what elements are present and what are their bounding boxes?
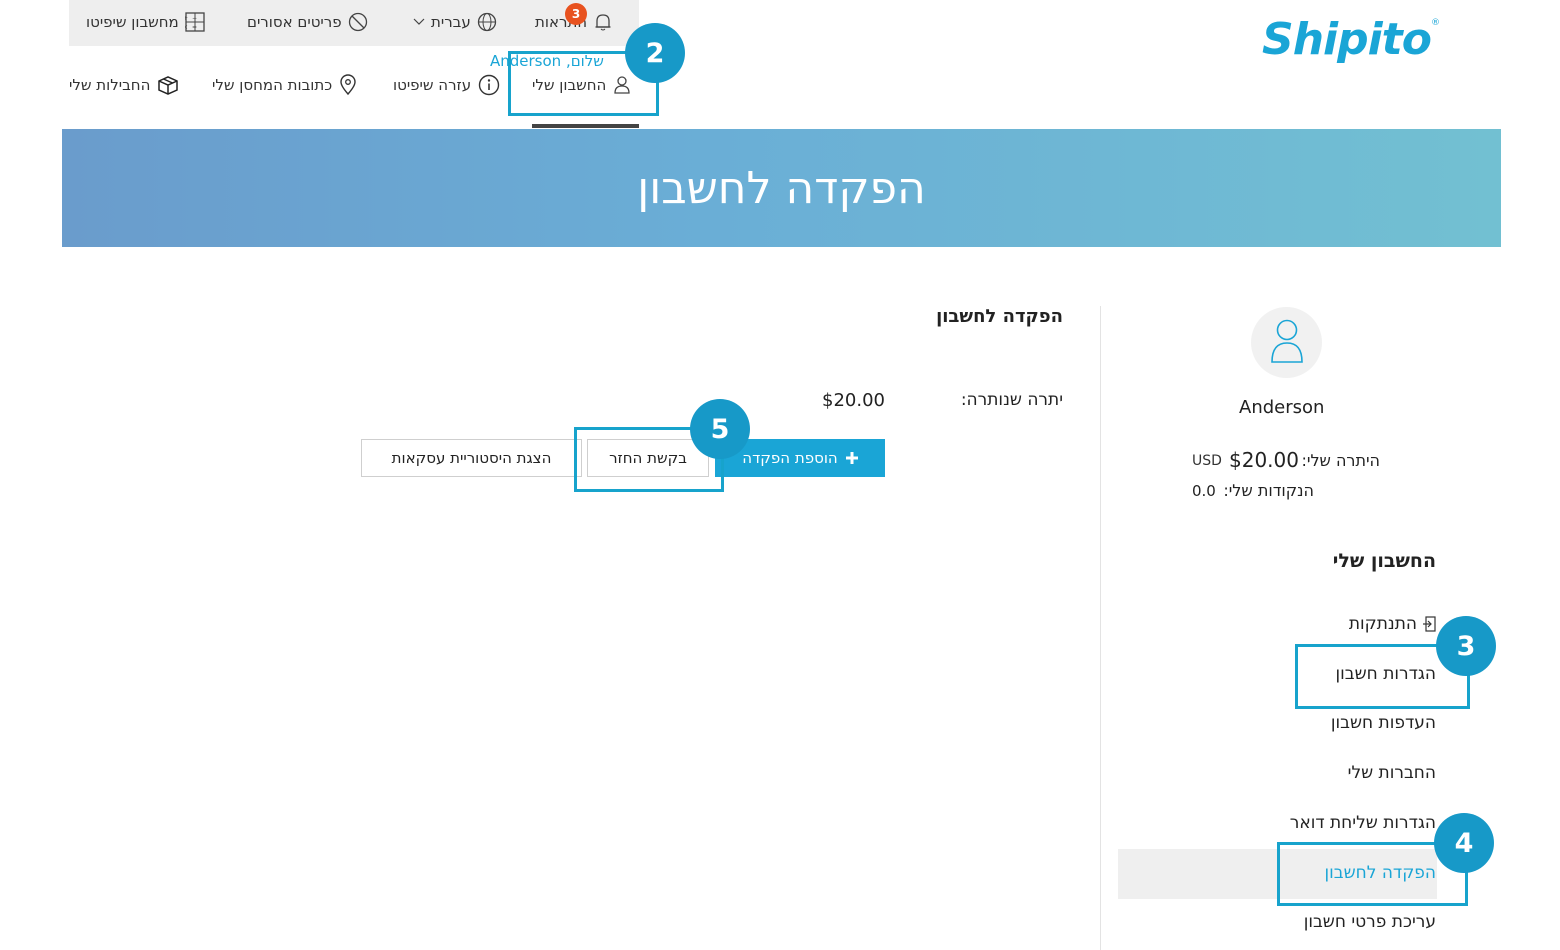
svg-text:+: + <box>185 15 188 22</box>
sidebar-balance-currency: USD <box>1192 453 1222 469</box>
package-icon <box>157 75 179 95</box>
notifications-count-badge: 3 <box>565 3 587 25</box>
prohibited-items-link[interactable]: פריטים אסורים <box>247 10 368 34</box>
svg-text:×: × <box>185 24 188 31</box>
prohibited-label: פריטים אסורים <box>247 13 342 31</box>
bell-icon <box>593 12 613 32</box>
svg-text:=: = <box>192 24 197 31</box>
svg-text:−: − <box>192 15 197 22</box>
add-deposit-label: הוספת הפקדה <box>742 449 838 467</box>
sidebar-balance-value: $20.00 <box>1229 448 1299 472</box>
top-utility-bar: + − × = מחשבון שיפיטו פריטים אסורים עברית ה… <box>69 0 639 46</box>
content-title: הפקדה לחשבון <box>936 306 1063 327</box>
step-marker-4: 4 <box>1434 813 1494 873</box>
remaining-balance-label: יתרה שנותרה: <box>960 390 1063 410</box>
sidebar-points-label: הנקודות שלי: <box>1223 481 1314 500</box>
nav-help[interactable]: עזרה שיפיטו <box>393 72 500 98</box>
nav-active-indicator <box>532 124 639 128</box>
step-marker-5: 5 <box>690 399 750 459</box>
transaction-history-button[interactable]: הצגת היסטוריית עסקאות <box>361 439 582 477</box>
nav-help-label: עזרה שיפיטו <box>393 76 472 94</box>
shipping-calculator-link[interactable]: + − × = מחשבון שיפיטו <box>86 10 205 34</box>
language-selector[interactable]: עברית <box>413 10 497 34</box>
shipito-logo[interactable]: Shipito® <box>1262 14 1440 65</box>
calculator-icon: + − × = <box>185 12 205 32</box>
sidebar-item-account-preferences[interactable]: העדפות חשבון <box>1331 713 1436 733</box>
nav-warehouse-label: כתובות המחסן שלי <box>212 76 333 94</box>
logout-icon <box>1422 616 1436 632</box>
globe-icon <box>477 12 497 32</box>
user-avatar-icon <box>1269 318 1305 368</box>
calculator-label: מחשבון שיפיטו <box>86 13 179 31</box>
location-pin-icon <box>339 74 357 96</box>
sidebar-points-value: 0.0 <box>1192 482 1216 500</box>
sidebar-item-edit-account-details[interactable]: עריכת פרטי חשבון <box>1304 912 1436 932</box>
info-icon <box>478 74 500 96</box>
language-label: עברית <box>431 13 471 31</box>
sidebar-item-my-memberships[interactable]: החברות שלי <box>1348 763 1436 783</box>
sidebar-item-mail-settings[interactable]: הגדרות שליחת דואר <box>1290 813 1436 833</box>
nav-packages-label: החבילות שלי <box>69 76 151 94</box>
nav-my-packages[interactable]: החבילות שלי <box>69 72 179 98</box>
step-marker-2: 2 <box>625 23 685 83</box>
avatar <box>1251 307 1322 378</box>
step-marker-3: 3 <box>1436 616 1496 676</box>
banner-title: הפקדה לחשבון <box>637 162 926 214</box>
sidebar-item-logout-label: התנתקות <box>1348 614 1417 634</box>
registered-mark: ® <box>1430 18 1440 28</box>
plus-icon <box>845 452 858 464</box>
sidebar-section-title: החשבון שלי <box>1332 550 1436 572</box>
chevron-down-icon <box>413 18 425 26</box>
remaining-balance-value: $20.00 <box>822 390 885 411</box>
page-banner: הפקדה לחשבון <box>62 129 1501 247</box>
sidebar-username: Anderson <box>1239 397 1325 418</box>
logo-text: Shipito <box>1262 14 1432 65</box>
sidebar-balance-label: היתרה שלי: <box>1301 451 1380 470</box>
sidebar-item-logout[interactable]: התנתקות <box>1349 614 1436 634</box>
prohibited-icon <box>348 12 368 32</box>
sidebar-divider <box>1100 306 1101 950</box>
nav-warehouse-addresses[interactable]: כתובות המחסן שלי <box>212 72 357 98</box>
